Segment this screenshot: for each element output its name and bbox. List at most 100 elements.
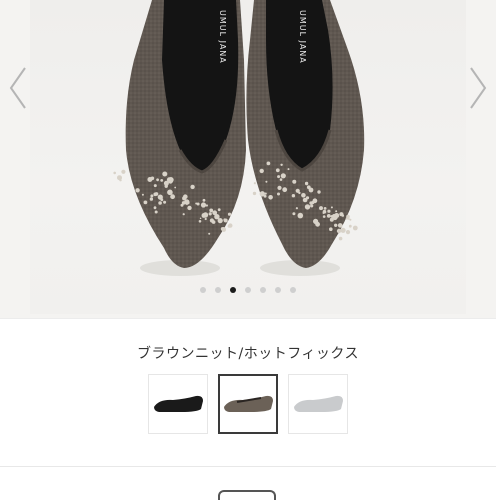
- rhinestone: [186, 201, 190, 205]
- rhinestone: [339, 212, 344, 217]
- rhinestone: [345, 217, 349, 220]
- rhinestone: [327, 209, 331, 213]
- rhinestone: [170, 194, 176, 200]
- rhinestone: [153, 184, 157, 188]
- rhinestone: [348, 224, 352, 228]
- rhinestone: [322, 209, 327, 214]
- rhinestone: [209, 208, 214, 213]
- next-section-button-peek[interactable]: [218, 490, 276, 500]
- rhinestone: [306, 185, 311, 190]
- chevron-left-icon: [9, 67, 26, 109]
- shoe-thumbnail-black: [154, 395, 203, 412]
- pagination-dot[interactable]: [260, 287, 266, 293]
- insole-brand-right: UMUL JANA: [298, 10, 307, 64]
- rhinestone: [157, 194, 163, 200]
- rhinestone: [329, 217, 334, 222]
- rhinestone: [334, 213, 340, 218]
- rhinestone: [217, 208, 221, 212]
- gallery-next-button[interactable]: [464, 64, 492, 112]
- rhinestone: [297, 212, 304, 219]
- rhinestone: [163, 200, 167, 204]
- rhinestone: [310, 204, 314, 208]
- rhinestone: [221, 227, 225, 231]
- rhinestone: [301, 193, 306, 198]
- rhinestone: [198, 220, 202, 223]
- rhinestone: [143, 200, 148, 205]
- rhinestone: [156, 178, 159, 182]
- chevron-right-icon: [470, 67, 487, 109]
- rhinestone: [292, 179, 297, 184]
- rhinestone: [323, 207, 327, 210]
- rhinestone: [338, 236, 343, 241]
- rhinestone: [259, 168, 264, 174]
- left-shoe: UMUL JANA: [125, 0, 246, 268]
- rhinestone: [162, 171, 168, 177]
- rhinestone: [304, 181, 309, 186]
- rhinestone: [121, 169, 126, 174]
- pagination-dot[interactable]: [290, 287, 296, 293]
- rhinestone: [167, 189, 173, 196]
- right-shoe: UMUL JANA: [246, 0, 365, 268]
- rhinestone: [113, 171, 116, 175]
- rhinestone: [153, 206, 157, 210]
- rhinestone: [335, 210, 338, 213]
- rhinestone: [180, 203, 184, 207]
- rhinestone: [253, 182, 256, 185]
- rhinestone: [317, 190, 321, 194]
- rhinestone: [149, 197, 154, 201]
- pagination-dot[interactable]: [275, 287, 281, 293]
- product-image-gallery[interactable]: UMUL JANA UMUL JANA: [0, 0, 496, 318]
- rhinestone: [208, 232, 211, 235]
- rhinestone: [340, 227, 346, 233]
- rhinestone: [334, 223, 338, 227]
- rhinestone: [304, 204, 311, 210]
- rhinestone: [292, 212, 296, 216]
- pagination-dot[interactable]: [215, 287, 221, 293]
- rhinestone: [322, 215, 326, 218]
- rhinestone: [264, 192, 267, 195]
- rhinestone: [329, 227, 333, 231]
- rhinestone: [313, 218, 319, 224]
- color-swatch-list: [0, 374, 496, 438]
- rhinestone: [200, 202, 207, 208]
- rhinestone: [135, 188, 140, 193]
- rhinestone: [265, 180, 268, 183]
- swatch-brown[interactable]: [218, 374, 278, 434]
- rhinestone: [163, 180, 169, 186]
- rhinestone: [349, 218, 352, 221]
- rhinestone: [263, 194, 267, 198]
- rhinestone: [153, 192, 157, 197]
- rhinestone: [227, 212, 232, 216]
- rhinestone: [227, 224, 231, 228]
- shoe-thumbnail-light-gray: [294, 395, 343, 412]
- rhinestone: [141, 193, 144, 196]
- pagination-dot[interactable]: [230, 287, 236, 293]
- rhinestone: [277, 192, 280, 196]
- pagination-dot[interactable]: [245, 287, 251, 293]
- rhinestone: [182, 213, 185, 216]
- rhinestone: [208, 212, 212, 216]
- rhinestone: [277, 185, 282, 190]
- swatch-black[interactable]: [148, 374, 208, 434]
- swatch-light-gray[interactable]: [288, 374, 348, 434]
- rhinestone: [158, 201, 162, 205]
- rhinestone: [201, 205, 204, 208]
- shoe-thumbnail-brown: [224, 395, 273, 412]
- gallery-prev-button[interactable]: [4, 64, 32, 112]
- rhinestone: [282, 187, 288, 193]
- rhinestone: [205, 204, 208, 207]
- product-photo: UMUL JANA UMUL JANA: [113, 0, 365, 276]
- rhinestone: [319, 206, 323, 211]
- rhinestone: [277, 175, 281, 179]
- rhinestone: [150, 176, 155, 181]
- rhinestone: [302, 197, 308, 203]
- pagination-dot[interactable]: [200, 287, 206, 293]
- rhinestone: [268, 195, 273, 200]
- rhinestone: [330, 206, 333, 209]
- rhinestone: [352, 225, 358, 231]
- rhinestone: [174, 186, 177, 189]
- rhinestone: [298, 191, 301, 195]
- rhinestone: [202, 198, 206, 202]
- rhinestone: [280, 173, 286, 179]
- rhinestone: [266, 161, 271, 166]
